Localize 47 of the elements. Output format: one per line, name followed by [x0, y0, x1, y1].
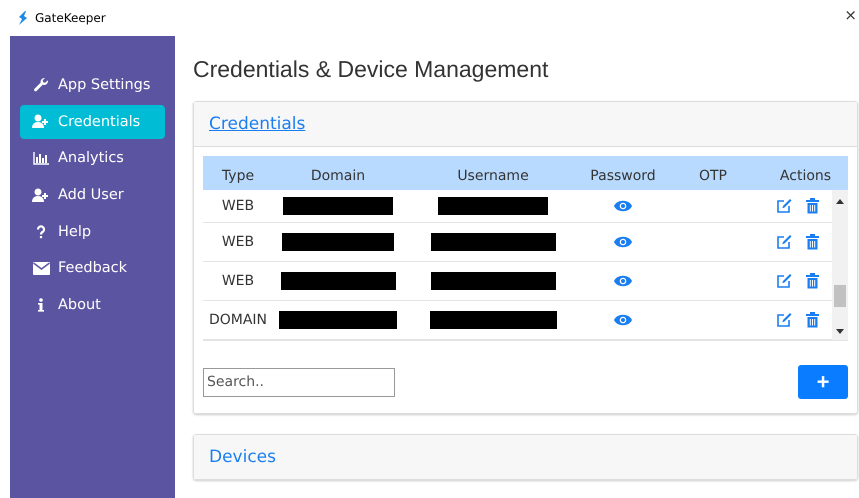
edit-icon[interactable]: [776, 273, 792, 289]
type-cell-text: WEB: [220, 198, 256, 214]
type-cell-text: DOMAIN: [208, 312, 268, 328]
column-header: OTP: [698, 167, 728, 184]
sidebar-item[interactable]: Analytics: [20, 141, 165, 176]
eye-icon[interactable]: [614, 236, 632, 248]
column-header: Username: [456, 167, 530, 184]
bar-chart-icon: [32, 151, 50, 166]
trash-icon[interactable]: [806, 234, 819, 250]
sidebar-item[interactable]: About: [20, 288, 165, 322]
envelope-icon: [32, 262, 50, 275]
sidebar-item[interactable]: App Settings: [20, 68, 165, 102]
trash-icon[interactable]: [806, 273, 819, 289]
column-header: Password: [589, 167, 657, 184]
user-plus-icon: [32, 188, 50, 203]
user-plus-icon: [32, 114, 50, 130]
page-title: Credentials & Device Management: [193, 56, 550, 83]
info-icon: [37, 298, 45, 312]
scroll-thumb[interactable]: [834, 285, 846, 307]
edit-icon[interactable]: [776, 198, 792, 214]
edit-icon[interactable]: [776, 312, 792, 328]
column-header: Actions: [778, 167, 832, 184]
type-cell-text: WEB: [220, 273, 256, 289]
app-logo-icon: [18, 11, 28, 25]
trash-icon[interactable]: [806, 198, 819, 214]
search-field[interactable]: Search..: [203, 368, 395, 396]
trash-icon[interactable]: [806, 312, 819, 328]
wrench-icon: [33, 77, 49, 93]
eye-icon[interactable]: [614, 314, 632, 326]
sidebar-item[interactable]: Add User: [20, 178, 165, 212]
question-mark-icon: [36, 224, 46, 239]
column-header: Domain: [310, 167, 366, 184]
scroll-up-icon[interactable]: [836, 199, 844, 204]
edit-icon[interactable]: [776, 234, 792, 250]
sidebar-item[interactable]: Feedback: [20, 251, 165, 286]
eye-icon[interactable]: [614, 275, 632, 287]
column-header: Type: [220, 167, 256, 184]
devices-link[interactable]: Devices: [209, 447, 276, 467]
scroll-down-icon[interactable]: [836, 329, 844, 334]
type-cell-text: WEB: [220, 234, 256, 250]
sidebar-item[interactable]: Help: [20, 214, 165, 249]
eye-icon[interactable]: [614, 200, 632, 212]
close-button[interactable]: ×: [844, 8, 857, 23]
credentials-link[interactable]: Credentials: [209, 114, 306, 134]
add-button[interactable]: +: [798, 365, 848, 399]
scrollbar[interactable]: [832, 190, 848, 340]
window-title: GateKeeper: [35, 11, 106, 25]
